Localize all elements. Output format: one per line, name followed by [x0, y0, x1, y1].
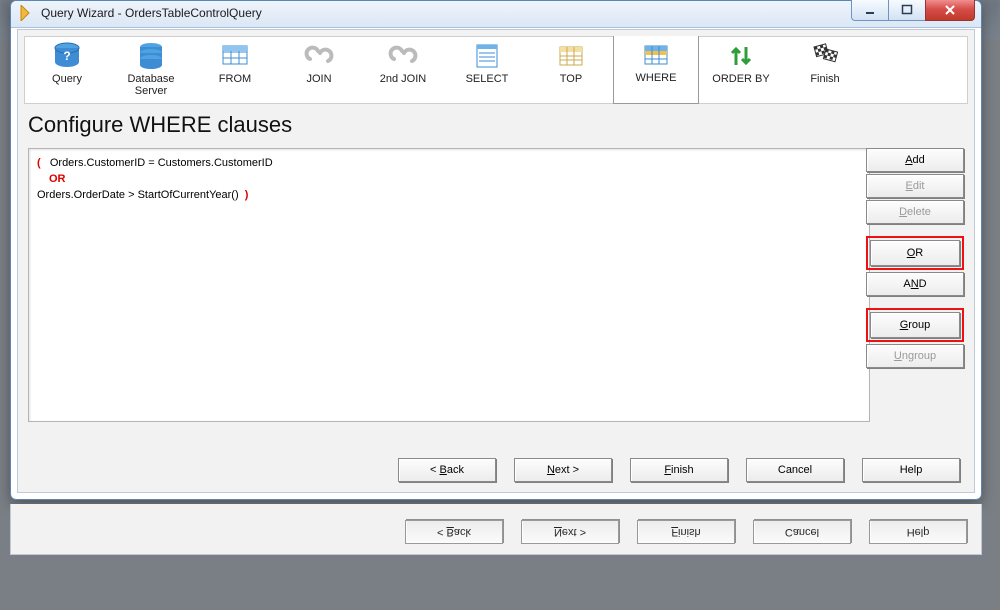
- step-finish[interactable]: Finish: [783, 37, 867, 103]
- step-join[interactable]: JOIN: [277, 37, 361, 103]
- or-button[interactable]: OR: [870, 240, 960, 266]
- step-label: SELECT: [466, 73, 509, 85]
- step-label: Finish: [810, 73, 839, 85]
- grid-top-icon: [554, 41, 588, 71]
- step-label: FROM: [219, 73, 251, 85]
- step-label: Database Server: [127, 73, 174, 97]
- next-button: Next >: [521, 520, 619, 544]
- step-label: TOP: [560, 73, 582, 85]
- background-window: < Back Next > Finish Cancel Help: [10, 504, 982, 555]
- side-buttons: Add Edit Delete OR AND Group Ungroup: [866, 148, 964, 368]
- clause-line: Orders.OrderDate > StartOfCurrentYear() …: [37, 187, 861, 203]
- back-button[interactable]: < Back: [398, 458, 496, 482]
- app-icon: [19, 5, 31, 21]
- checkered-flags-icon: [808, 41, 842, 71]
- cancel-button: Cancel: [753, 520, 851, 544]
- window-title: Query Wizard - OrdersTableControlQuery: [41, 6, 262, 20]
- step-database-server[interactable]: Database Server: [109, 37, 193, 103]
- step-toolbar: ? Query Database Server FROM: [24, 36, 968, 104]
- step-from[interactable]: FROM: [193, 37, 277, 103]
- help-button: Help: [869, 520, 967, 544]
- group-button[interactable]: Group: [870, 312, 960, 338]
- page-title: Configure WHERE clauses: [28, 112, 292, 138]
- ungroup-button[interactable]: Ungroup: [866, 344, 964, 368]
- step-label: JOIN: [306, 73, 331, 85]
- wizard-window: Query Wizard - OrdersTableControlQuery: [10, 0, 982, 500]
- chain-link-icon: [386, 41, 420, 71]
- step-select[interactable]: SELECT: [445, 37, 529, 103]
- finish-button: Finish: [637, 520, 735, 544]
- client-area: ? Query Database Server FROM: [17, 29, 975, 493]
- close-button[interactable]: [925, 0, 975, 21]
- step-label: WHERE: [636, 72, 677, 84]
- close-paren: ): [245, 189, 249, 201]
- clause-text: Orders.CustomerID = Customers.CustomerID: [50, 157, 273, 169]
- help-button[interactable]: Help: [862, 458, 960, 482]
- titlebar: Query Wizard - OrdersTableControlQuery: [11, 1, 981, 28]
- database-stack-icon: [134, 41, 168, 71]
- cancel-button[interactable]: Cancel: [746, 458, 844, 482]
- step-2nd-join[interactable]: 2nd JOIN: [361, 37, 445, 103]
- highlight-box: Group: [866, 308, 964, 342]
- where-clause-editor[interactable]: ( Orders.CustomerID = Customers.Customer…: [28, 148, 870, 422]
- filter-grid-icon: [639, 40, 673, 70]
- minimize-button[interactable]: [851, 0, 889, 21]
- sort-arrows-icon: [724, 41, 758, 71]
- list-select-icon: [470, 41, 504, 71]
- finish-button[interactable]: Finish: [630, 458, 728, 482]
- step-label: 2nd JOIN: [380, 73, 426, 85]
- delete-button[interactable]: Delete: [866, 200, 964, 224]
- open-paren: (: [37, 157, 41, 169]
- wizard-nav-reflection: < Back Next > Finish Cancel Help: [11, 518, 981, 544]
- step-top[interactable]: TOP: [529, 37, 613, 103]
- clause-or-keyword: OR: [49, 171, 861, 187]
- database-question-icon: ?: [50, 41, 84, 71]
- step-label: Query: [52, 73, 82, 85]
- step-where[interactable]: WHERE: [613, 36, 699, 104]
- wizard-nav: < Back Next > Finish Cancel Help: [18, 458, 974, 484]
- clause-text: Orders.OrderDate > StartOfCurrentYear(): [37, 189, 239, 201]
- clause-line: ( Orders.CustomerID = Customers.Customer…: [37, 155, 861, 171]
- svg-text:?: ?: [63, 49, 70, 63]
- maximize-button[interactable]: [888, 0, 926, 21]
- step-order-by[interactable]: ORDER BY: [699, 37, 783, 103]
- back-button: < Back: [405, 520, 503, 544]
- highlight-box: OR: [866, 236, 964, 270]
- step-query[interactable]: ? Query: [25, 37, 109, 103]
- chain-link-icon: [302, 41, 336, 71]
- and-button[interactable]: AND: [866, 272, 964, 296]
- add-button[interactable]: Add: [866, 148, 964, 172]
- table-icon: [218, 41, 252, 71]
- step-label: ORDER BY: [712, 73, 769, 85]
- edit-button[interactable]: Edit: [866, 174, 964, 198]
- next-button[interactable]: Next >: [514, 458, 612, 482]
